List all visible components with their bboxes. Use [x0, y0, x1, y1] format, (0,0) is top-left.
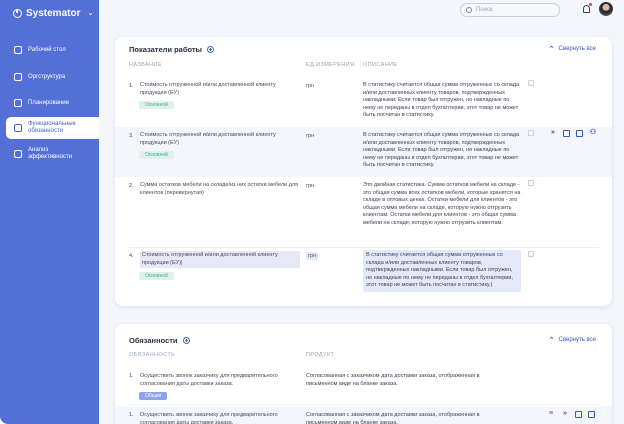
notification-dot: [589, 3, 592, 6]
metric-description: Это двойная статистика. Сумма остатков м…: [363, 182, 521, 226]
column-header-name: НАЗВАНИЕ: [129, 62, 162, 68]
collapse-all-button[interactable]: ⌃ Свернуть все: [549, 45, 596, 53]
metric-name: Стоимость отгруженной и/или доставленной…: [140, 132, 276, 146]
copy-icon[interactable]: [575, 410, 582, 418]
bar-chart-icon: [14, 150, 22, 158]
row-number: 2.: [129, 183, 134, 189]
search-input[interactable]: Поиск: [460, 3, 560, 17]
metric-unit: грн: [306, 183, 315, 189]
duties-title-row: Обязанности: [129, 336, 190, 345]
users-icon[interactable]: ⚇: [589, 129, 597, 137]
row-number: 1.: [129, 83, 134, 89]
status-badge: Основной: [139, 151, 174, 159]
metrics-card: Показатели работы ⌃ Свернуть все НАЗВАНИ…: [115, 37, 612, 306]
double-chevron-up-icon: ⌃: [548, 337, 555, 344]
metric-description: В статистику считается общая сумма отгру…: [363, 82, 520, 118]
row-number: 4.: [129, 253, 134, 259]
row-checkbox[interactable]: [528, 130, 534, 136]
add-icon[interactable]: [206, 46, 214, 53]
chevron-down-icon: ⌄: [87, 10, 94, 17]
table-row[interactable]: 1. Стоимость отгруженной и/или доставлен…: [115, 77, 612, 125]
brand-name: Systemator: [26, 7, 81, 19]
row-actions: » ⚇: [549, 129, 597, 137]
sidebar-item-orgstructure[interactable]: Оргструктура: [6, 71, 99, 83]
avatar[interactable]: [599, 2, 613, 16]
sidebar-item-label: Анализ эффективности: [28, 147, 73, 160]
status-badge: Основной: [139, 101, 174, 109]
table-row[interactable]: 2. Сумма остатков мебели на складе/из ни…: [115, 179, 612, 245]
metric-unit-input[interactable]: грн: [306, 252, 319, 260]
collapse-label: Свернуть все: [558, 337, 596, 343]
table-row[interactable]: 3. Стоимость отгруженной и/или доставлен…: [115, 127, 612, 177]
delete-icon[interactable]: [588, 410, 595, 418]
duty-name: Осуществить звонок заказчику для предвар…: [140, 412, 278, 424]
org-chart-icon: [14, 73, 22, 81]
table-row[interactable]: 4. Стоимость отгруженной и/или доставлен…: [115, 249, 612, 299]
bell-icon[interactable]: [583, 5, 590, 13]
duty-name: Осуществить звонок заказчику для предвар…: [140, 373, 278, 387]
hierarchy-icon: [14, 124, 22, 132]
brand-logo[interactable]: Systemator ⌄: [13, 6, 93, 20]
copy-icon[interactable]: [563, 129, 570, 137]
row-number: 3.: [129, 133, 134, 139]
metric-name-input[interactable]: Стоимость отгруженной и/или доставленной…: [140, 251, 300, 268]
metric-description-input[interactable]: В статистику считается общая сумма отгру…: [363, 250, 521, 292]
duty-product: Согласованная с заказчиком дата доставки…: [306, 412, 480, 424]
divider: [129, 247, 599, 248]
list-icon[interactable]: ≡: [547, 410, 555, 418]
sidebar-item-label: Рабочий стол: [28, 46, 66, 53]
divider: [129, 404, 599, 405]
move-icon[interactable]: »: [549, 129, 557, 137]
table-row[interactable]: 1. Осуществить звонок заказчику для пред…: [115, 406, 612, 424]
sidebar-item-planning[interactable]: Планирование: [6, 97, 99, 109]
sidebar: Systemator ⌄ Рабочий стол Оргструктура П…: [0, 0, 99, 424]
row-checkbox[interactable]: [528, 251, 534, 257]
search-icon: [466, 7, 472, 13]
grid-icon: [14, 46, 22, 54]
row-checkbox[interactable]: [528, 180, 534, 186]
sidebar-item-functional-duties[interactable]: Функциональные обязанности: [6, 117, 99, 139]
metric-unit: грн: [306, 83, 315, 89]
collapse-all-button[interactable]: ⌃ Свернуть все: [549, 336, 596, 344]
table-row[interactable]: 1. Осуществить звонок заказчику для пред…: [115, 368, 612, 402]
row-number: 1.: [129, 412, 134, 418]
column-header-unit: ЕД.ИЗМЕРЕНИЯ: [306, 62, 355, 68]
row-number: 1.: [129, 373, 134, 379]
section-title: Обязанности: [129, 336, 178, 345]
metric-name: Стоимость отгруженной и/или доставленной…: [140, 82, 276, 96]
metric-description: В статистику считается общая сумма отгру…: [363, 132, 520, 168]
sidebar-item-efficiency-analysis[interactable]: Анализ эффективности: [6, 146, 99, 162]
column-header-product: ПРОДУКТ: [306, 352, 335, 358]
calendar-icon: [14, 99, 22, 107]
add-icon[interactable]: [182, 337, 190, 344]
status-badge: Общая: [139, 392, 168, 400]
row-actions: ≡ »: [547, 410, 595, 418]
logo-icon: [13, 8, 22, 18]
sidebar-item-label: Планирование: [28, 99, 69, 106]
sidebar-item-label: Функциональные обязанности: [28, 121, 76, 134]
move-icon[interactable]: »: [561, 410, 569, 418]
column-header-duty: ОБЯЗАННОСТЬ: [129, 352, 176, 358]
status-badge[interactable]: Основной: [139, 272, 174, 280]
collapse-label: Свернуть все: [558, 46, 596, 52]
delete-icon[interactable]: [576, 129, 583, 137]
sidebar-item-label: Оргструктура: [28, 73, 66, 80]
duty-product: Согласованная с заказчиком дата доставки…: [306, 373, 480, 387]
metric-name: Сумма остатков мебели на складе/из них о…: [140, 182, 299, 196]
column-header-description: ОПИСАНИЕ: [363, 62, 398, 68]
metrics-title-row: Показатели работы: [129, 45, 214, 54]
row-checkbox[interactable]: [528, 80, 534, 86]
metric-unit: грн: [306, 133, 315, 139]
double-chevron-up-icon: ⌃: [548, 46, 555, 53]
duties-card: Обязанности ⌃ Свернуть все ОБЯЗАННОСТЬ П…: [115, 324, 612, 424]
section-title: Показатели работы: [129, 45, 202, 54]
sidebar-item-desktop[interactable]: Рабочий стол: [6, 44, 99, 56]
search-placeholder: Поиск: [476, 7, 493, 13]
